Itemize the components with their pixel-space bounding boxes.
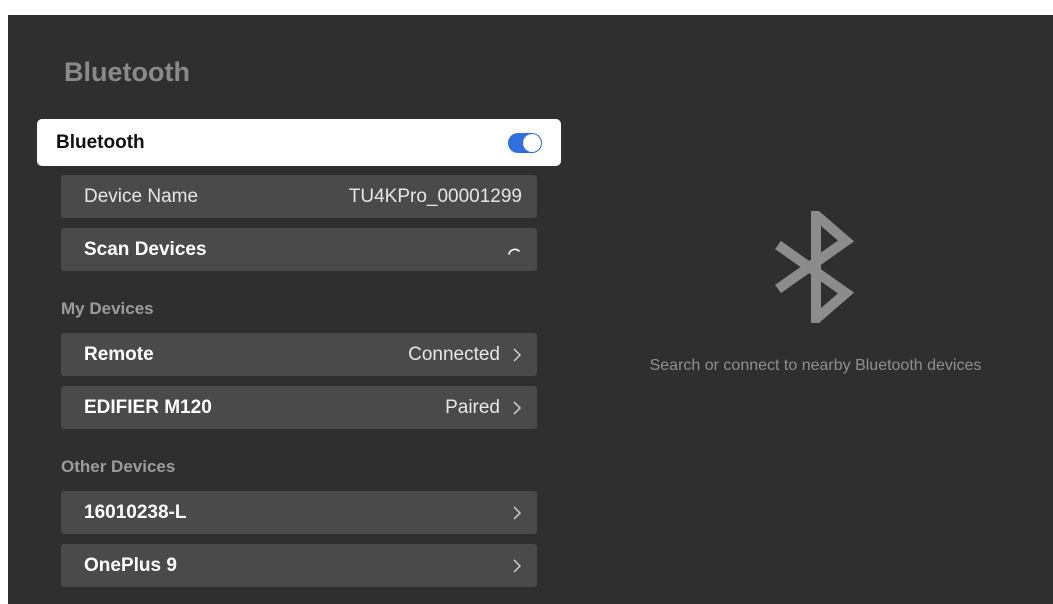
- chevron-right-icon: [512, 347, 522, 363]
- bluetooth-toggle-row[interactable]: Bluetooth: [37, 119, 561, 166]
- device-name: 16010238-L: [84, 501, 187, 523]
- scan-devices-row[interactable]: Scan Devices: [61, 228, 537, 271]
- chevron-right-icon: [512, 558, 522, 574]
- device-row-oneplus-9[interactable]: OnePlus 9: [61, 544, 537, 587]
- device-name-value: TU4KPro_00001299: [348, 185, 522, 207]
- chevron-right-icon: [512, 400, 522, 416]
- bluetooth-toggle-label: Bluetooth: [56, 131, 145, 153]
- scan-devices-label: Scan Devices: [84, 238, 207, 260]
- bluetooth-settings-screen: Bluetooth Bluetooth Device Name TU4KPro_…: [8, 15, 1053, 604]
- chevron-right-icon: [512, 505, 522, 521]
- bluetooth-icon: [768, 204, 858, 330]
- toggle-knob: [523, 133, 541, 152]
- device-name: Remote: [84, 343, 154, 365]
- device-row-edifier-m120[interactable]: EDIFIER M120 Paired: [61, 386, 537, 429]
- bluetooth-hint-text: Search or connect to nearby Bluetooth de…: [649, 357, 982, 374]
- bluetooth-toggle-switch[interactable]: [508, 132, 542, 153]
- other-devices-header: Other Devices: [61, 457, 176, 476]
- my-devices-header: My Devices: [61, 299, 154, 318]
- device-row-remote[interactable]: Remote Connected: [61, 333, 537, 376]
- device-row-16010238-l[interactable]: 16010238-L: [61, 491, 537, 534]
- device-name-row[interactable]: Device Name TU4KPro_00001299: [61, 175, 537, 218]
- device-status: Connected: [408, 343, 500, 365]
- device-status: Paired: [445, 396, 500, 418]
- device-name: EDIFIER M120: [84, 396, 212, 418]
- device-name-label: Device Name: [84, 185, 199, 207]
- loading-spinner-icon: [506, 242, 522, 258]
- page-title: Bluetooth: [64, 57, 190, 87]
- device-name: OnePlus 9: [84, 554, 177, 576]
